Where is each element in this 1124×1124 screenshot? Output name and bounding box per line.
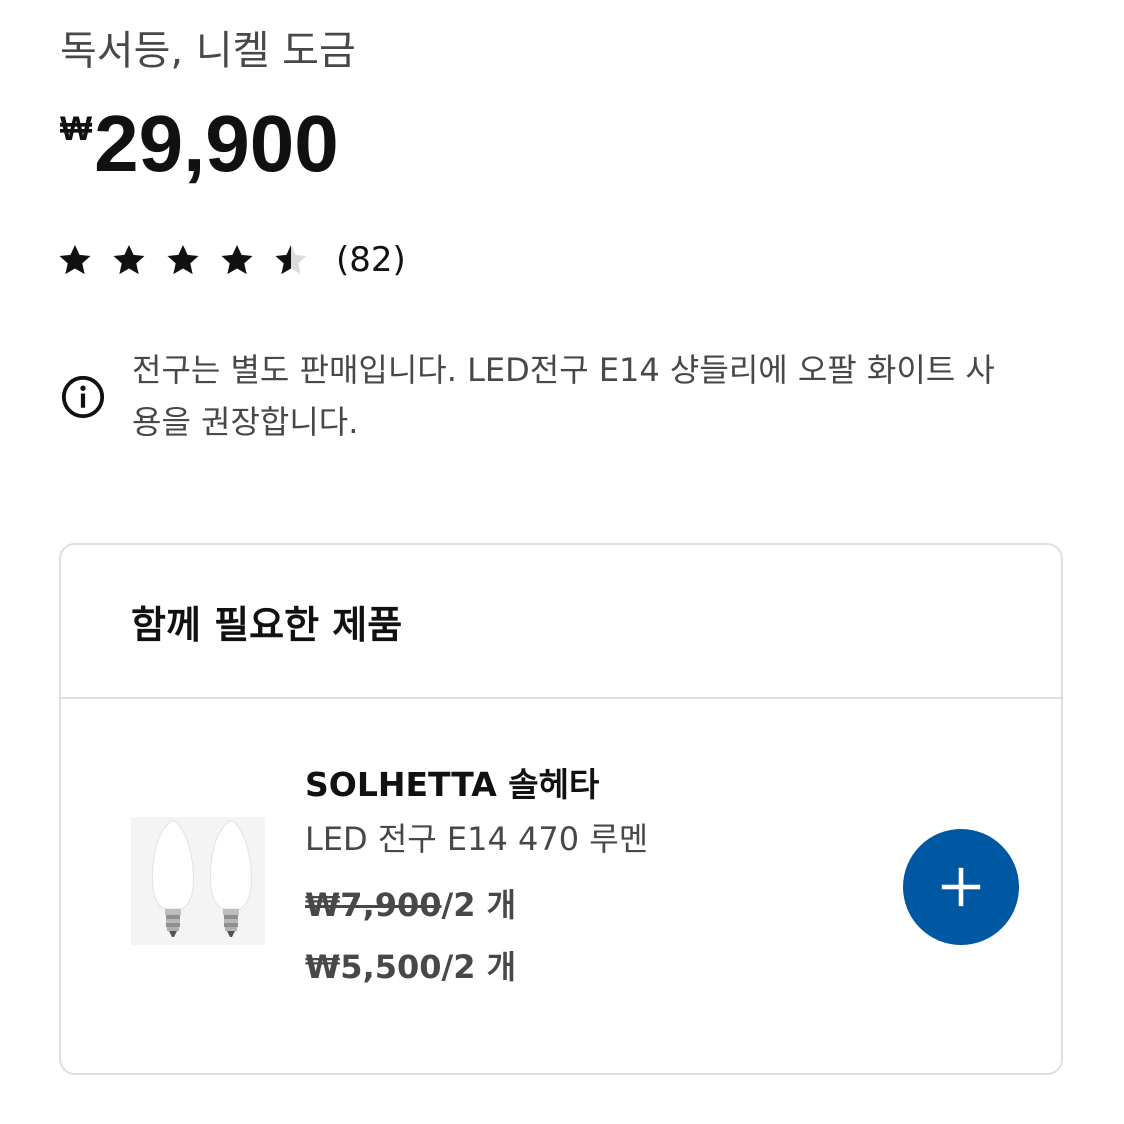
product-price: ₩ 29,900 <box>60 96 339 192</box>
add-to-cart-button[interactable] <box>903 829 1019 945</box>
product-info: SOLHETTA 솔헤타 LED 전구 E14 470 루멘 ₩7,900/2 … <box>305 763 648 989</box>
notice-text: 전구는 별도 판매입니다. LED전구 E14 샹들리에 오팔 화이트 사용을 … <box>132 351 995 441</box>
plus-icon <box>941 867 981 907</box>
product-subtitle: 독서등, 니켈 도금 <box>60 28 356 74</box>
product-description: LED 전구 E14 470 루멘 <box>305 820 649 858</box>
old-price-unit: /2 개 <box>441 886 517 924</box>
info-icon <box>61 375 105 419</box>
price-currency: ₩ <box>60 110 93 148</box>
bulb-product-image[interactable] <box>131 817 265 945</box>
price-amount: 29,900 <box>94 99 339 188</box>
star-full-icon <box>59 244 91 275</box>
old-price-amount: ₩7,900 <box>305 886 442 924</box>
related-products-title: 함께 필요한 제품 <box>131 602 403 647</box>
product-name[interactable]: SOLHETTA 솔헤타 <box>305 763 648 807</box>
product-page: 독서등, 니켈 도금 ₩ 29,900 (82) 전구는 별도 판매입니다. L… <box>0 0 1124 1124</box>
star-full-icon <box>221 244 253 275</box>
star-half-icon <box>275 244 307 275</box>
old-price: ₩7,900/2 개 <box>305 883 648 927</box>
rating[interactable]: (82) <box>56 240 406 280</box>
related-products-header: 함께 필요한 제품 <box>61 545 1061 699</box>
related-products-card: 함께 필요한 제품 SOLHETTA 솔헤타 LED 전구 E14 470 루멘… <box>59 543 1063 1075</box>
new-price: ₩5,500/2 개 <box>305 948 517 986</box>
related-product-item[interactable]: SOLHETTA 솔헤타 LED 전구 E14 470 루멘 ₩7,900/2 … <box>61 699 1061 1073</box>
bulb-notice: 전구는 별도 판매입니다. LED전구 E14 샹들리에 오팔 화이트 사용을 … <box>60 344 1020 448</box>
rating-stars <box>56 241 310 279</box>
review-count[interactable]: (82) <box>336 240 406 280</box>
star-full-icon <box>167 244 199 275</box>
star-full-icon <box>113 244 145 275</box>
